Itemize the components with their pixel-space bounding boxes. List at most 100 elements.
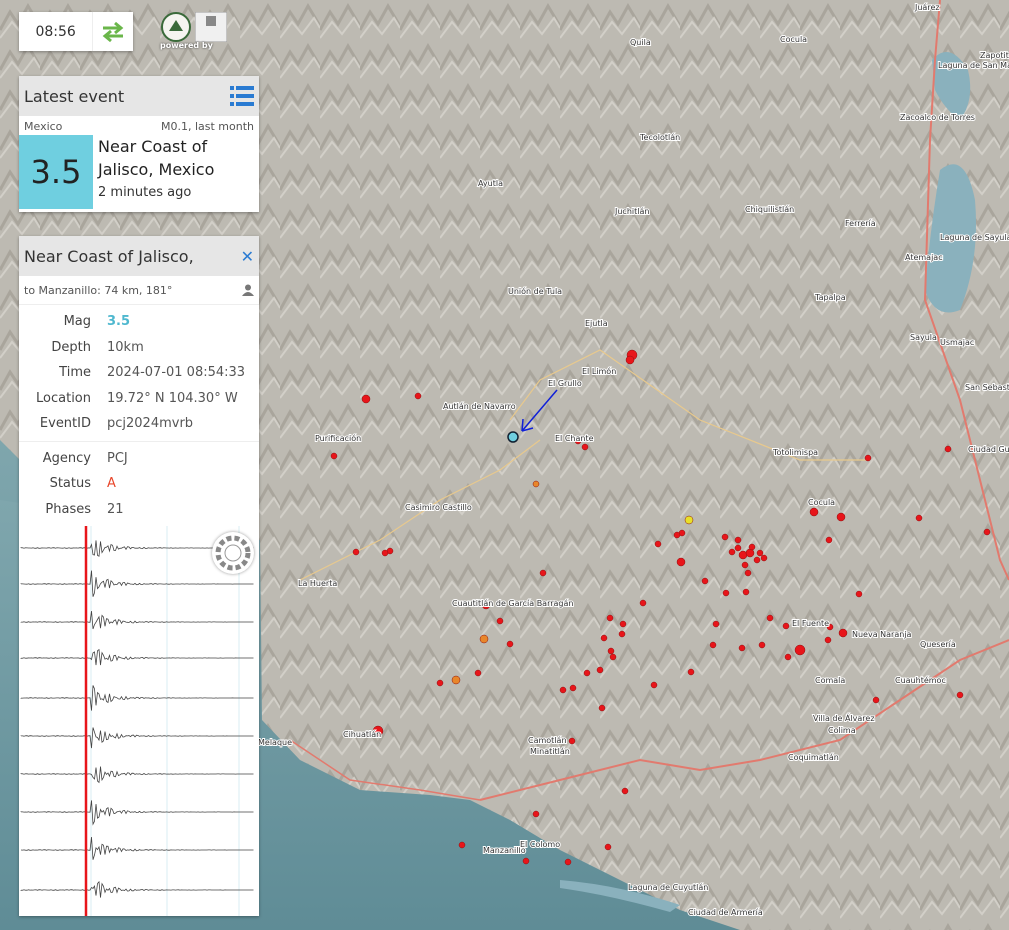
- map-label: Cuautitlán de García Barragán: [452, 599, 573, 608]
- earthquake-marker[interactable]: [758, 641, 766, 649]
- earthquake-marker[interactable]: [738, 644, 746, 652]
- earthquake-marker[interactable]: [506, 640, 514, 648]
- earthquake-marker[interactable]: [381, 549, 389, 557]
- earthquake-marker[interactable]: [474, 669, 482, 677]
- earthquake-marker[interactable]: [532, 810, 540, 818]
- earthquake-marker[interactable]: [838, 628, 848, 638]
- earthquake-marker[interactable]: [738, 550, 748, 560]
- location-value: 19.72° N 104.30° W: [107, 390, 238, 406]
- map-label: Laguna de San Marcos: [938, 61, 1009, 70]
- earthquake-marker[interactable]: [619, 620, 627, 628]
- latest-event-marker[interactable]: [507, 431, 519, 443]
- earthquake-marker[interactable]: [654, 540, 662, 548]
- latest-event-panel[interactable]: Latest event Mexico M0.1, last month 3.5…: [19, 76, 259, 212]
- earthquake-marker[interactable]: [748, 543, 756, 551]
- earthquake-marker[interactable]: [479, 634, 489, 644]
- earthquake-marker[interactable]: [639, 599, 647, 607]
- earthquake-marker[interactable]: [709, 641, 717, 649]
- earthquake-marker[interactable]: [742, 588, 750, 596]
- earthquake-marker[interactable]: [744, 569, 752, 577]
- earthquake-marker[interactable]: [522, 857, 530, 865]
- seismogram-settings-button[interactable]: [212, 532, 254, 574]
- earthquake-marker[interactable]: [825, 536, 833, 544]
- swap-button[interactable]: [92, 12, 133, 51]
- earthquake-marker[interactable]: [596, 666, 604, 674]
- earthquake-marker[interactable]: [598, 704, 606, 712]
- earthquake-marker[interactable]: [581, 443, 589, 451]
- latest-event-title: Latest event: [24, 86, 125, 106]
- map-label: El Colomo: [520, 840, 560, 849]
- map-label: Chiquilistlán: [745, 205, 794, 214]
- earthquake-marker[interactable]: [745, 548, 755, 558]
- earthquake-marker[interactable]: [564, 858, 572, 866]
- close-icon[interactable]: ✕: [241, 247, 254, 266]
- earthquake-marker[interactable]: [741, 561, 749, 569]
- earthquake-marker[interactable]: [766, 614, 774, 622]
- earthquake-marker[interactable]: [734, 536, 742, 544]
- map-label: Melaque: [258, 738, 292, 747]
- earthquake-marker[interactable]: [915, 514, 923, 522]
- earthquake-marker[interactable]: [618, 630, 626, 638]
- earthquake-marker[interactable]: [701, 577, 709, 585]
- earthquake-marker[interactable]: [496, 617, 504, 625]
- earthquake-marker[interactable]: [609, 653, 617, 661]
- earthquake-marker[interactable]: [330, 452, 338, 460]
- earthquake-marker[interactable]: [352, 548, 360, 556]
- earthquake-marker[interactable]: [836, 512, 846, 522]
- earthquake-marker[interactable]: [458, 841, 466, 849]
- earthquake-marker[interactable]: [607, 647, 615, 655]
- earthquake-marker[interactable]: [621, 787, 629, 795]
- earthquake-marker[interactable]: [756, 549, 764, 557]
- earthquake-marker[interactable]: [583, 669, 591, 677]
- earthquake-marker[interactable]: [809, 507, 819, 517]
- earthquake-marker[interactable]: [687, 668, 695, 676]
- earthquake-marker[interactable]: [436, 679, 444, 687]
- earthquake-marker[interactable]: [721, 533, 729, 541]
- earthquake-marker[interactable]: [625, 355, 635, 365]
- earthquake-marker[interactable]: [414, 392, 422, 400]
- earthquake-marker[interactable]: [361, 394, 371, 404]
- seismogram-trace: [20, 685, 254, 711]
- map-label: Atemajac: [905, 253, 943, 262]
- earthquake-marker[interactable]: [855, 590, 863, 598]
- earthquake-marker[interactable]: [712, 620, 720, 628]
- earthquake-marker[interactable]: [794, 644, 806, 656]
- map-label: El Fuente: [792, 619, 829, 628]
- earthquake-marker[interactable]: [604, 843, 612, 851]
- earthquake-marker[interactable]: [600, 634, 608, 642]
- earthquake-marker[interactable]: [782, 622, 790, 630]
- earthquake-marker[interactable]: [606, 614, 614, 622]
- earthquake-marker[interactable]: [784, 653, 792, 661]
- earthquake-marker[interactable]: [753, 556, 761, 564]
- person-icon[interactable]: [242, 284, 254, 296]
- earthquake-marker[interactable]: [864, 454, 872, 462]
- earthquake-marker[interactable]: [673, 531, 681, 539]
- earthquake-marker[interactable]: [684, 515, 694, 525]
- earthquake-marker[interactable]: [760, 554, 768, 562]
- earthquake-marker[interactable]: [539, 569, 547, 577]
- earthquake-marker[interactable]: [451, 675, 461, 685]
- earthquake-marker[interactable]: [824, 636, 832, 644]
- earthquake-marker[interactable]: [734, 544, 742, 552]
- earthquake-marker[interactable]: [569, 684, 577, 692]
- list-icon[interactable]: [230, 85, 254, 107]
- map-label: Villa de Álvarez: [813, 712, 875, 723]
- map-label: Purificación: [315, 433, 361, 443]
- latest-summary: M0.1, last month: [160, 120, 254, 133]
- map-label: Juárez: [914, 3, 940, 12]
- earthquake-marker[interactable]: [532, 480, 540, 488]
- earthquake-marker[interactable]: [872, 696, 880, 704]
- earthquake-marker[interactable]: [728, 548, 736, 556]
- earthquake-marker[interactable]: [650, 681, 658, 689]
- map-label: La Huerta: [298, 579, 337, 588]
- earthquake-marker[interactable]: [568, 737, 576, 745]
- seal-logo: [161, 12, 191, 42]
- earthquake-marker[interactable]: [722, 589, 730, 597]
- earthquake-marker[interactable]: [983, 528, 991, 536]
- seismogram-trace: [20, 800, 254, 826]
- earthquake-marker[interactable]: [559, 686, 567, 694]
- mag-value: 3.5: [107, 314, 131, 330]
- earthquake-marker[interactable]: [956, 691, 964, 699]
- earthquake-marker[interactable]: [676, 557, 686, 567]
- earthquake-marker[interactable]: [944, 445, 952, 453]
